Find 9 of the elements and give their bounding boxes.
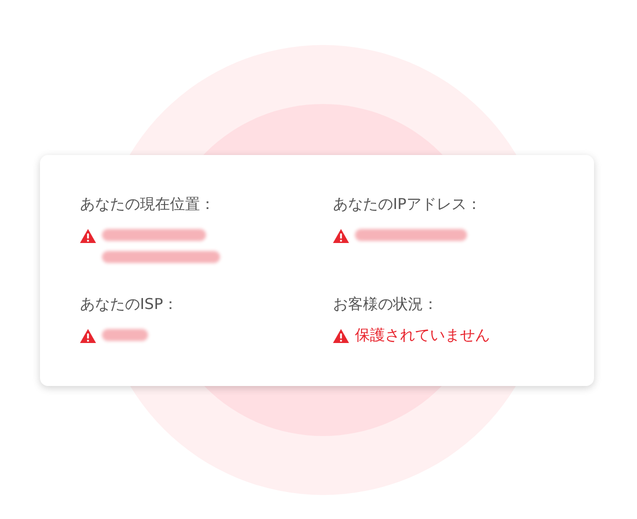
warning-icon	[333, 229, 349, 243]
field-label: お客様の状況：	[333, 295, 438, 314]
field-label: あなたのIPアドレス：	[333, 195, 482, 214]
warning-icon	[80, 229, 96, 243]
warning-icon	[80, 329, 96, 343]
field-value: 保護されていません	[355, 325, 490, 346]
field-label: あなたのISP：	[80, 295, 178, 314]
warning-icon	[333, 329, 349, 343]
field-label: あなたの現在位置：	[80, 195, 215, 214]
